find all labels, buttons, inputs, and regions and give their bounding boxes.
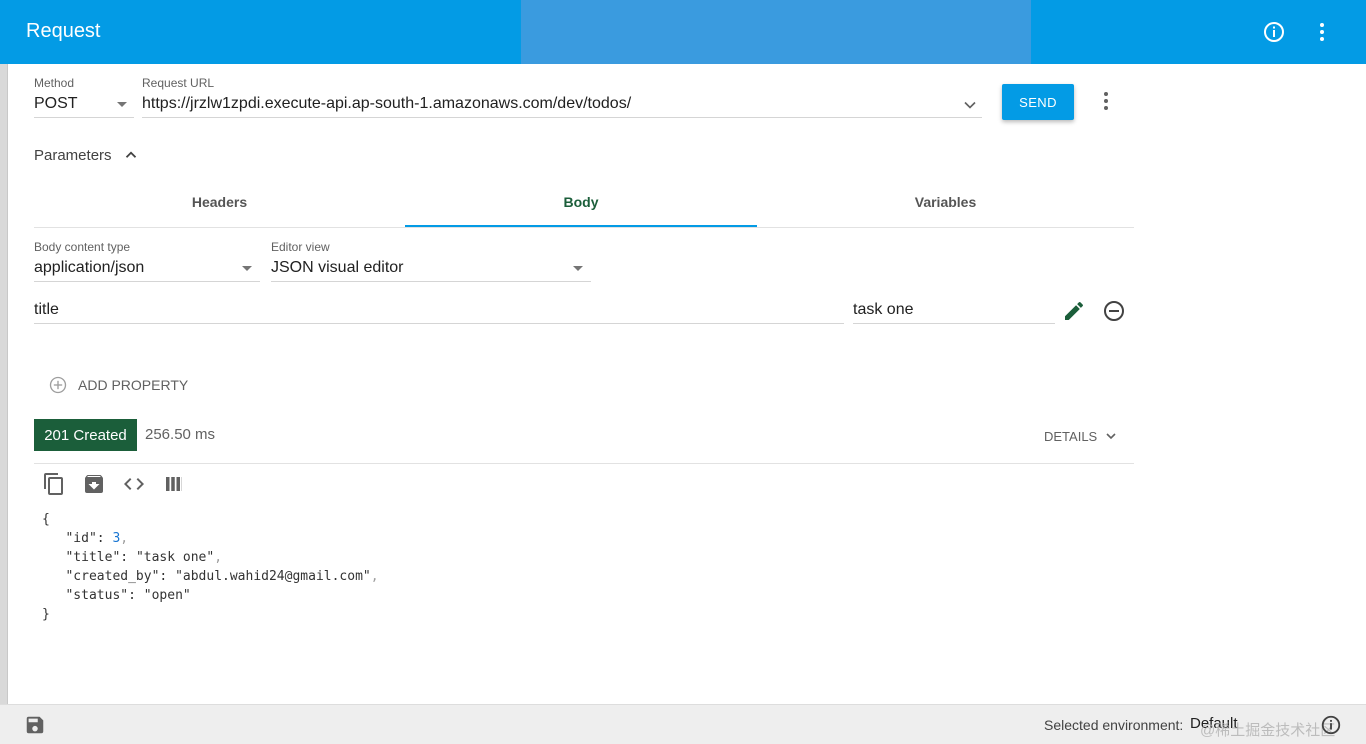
parameters-label: Parameters xyxy=(34,146,112,164)
method-value: POST xyxy=(34,95,78,112)
remove-circle-icon[interactable] xyxy=(1102,299,1126,323)
url-label: Request URL xyxy=(142,76,215,90)
url-value: https://jrzlw1zpdi.execute-api.ap-south-… xyxy=(142,95,632,112)
tab-indicator xyxy=(405,225,757,227)
footer-bar: Selected environment: Default @稀土掘金技术社区 xyxy=(0,704,1366,744)
property-value-input[interactable]: task one xyxy=(853,298,1055,324)
save-to-file-icon[interactable] xyxy=(82,472,106,496)
tab-body[interactable]: Body xyxy=(405,194,757,210)
environment-info-icon[interactable] xyxy=(1320,714,1342,736)
page-title: Request xyxy=(26,20,101,42)
tab-variables[interactable]: Variables xyxy=(757,194,1134,210)
json-close-brace: } xyxy=(42,607,50,622)
add-property-label: ADD PROPERTY xyxy=(78,377,189,393)
dropdown-arrow-icon xyxy=(573,266,583,271)
environment-label: Selected environment: xyxy=(1044,717,1184,733)
view-column-icon[interactable] xyxy=(162,472,186,496)
response-time: 256.50 ms xyxy=(145,426,216,443)
add-property-button[interactable]: ADD PROPERTY xyxy=(48,375,188,395)
property-name-underline xyxy=(34,323,844,324)
send-button[interactable]: SEND xyxy=(1002,84,1074,120)
info-icon[interactable] xyxy=(1262,20,1286,44)
edit-icon[interactable] xyxy=(1062,299,1086,323)
chevron-down-icon xyxy=(1106,433,1116,440)
content-type-label: Body content type xyxy=(34,240,131,254)
editor-view-value: JSON visual editor xyxy=(271,259,404,276)
status-badge: 201 Created xyxy=(34,419,137,451)
editor-view-underline xyxy=(271,281,591,282)
url-underline xyxy=(142,117,982,118)
url-input[interactable]: https://jrzlw1zpdi.execute-api.ap-south-… xyxy=(142,92,982,118)
content-type-select[interactable]: application/json xyxy=(34,256,260,282)
code-icon[interactable] xyxy=(122,472,146,496)
editor-view-label: Editor view xyxy=(271,240,330,254)
add-circle-icon xyxy=(49,376,67,394)
chevron-up-icon xyxy=(125,151,136,158)
parameters-toggle[interactable]: Parameters xyxy=(34,144,140,166)
json-key-status: "status" xyxy=(65,588,129,603)
response-json: { "id": 3, "title": "task one", "created… xyxy=(42,512,379,622)
method-select[interactable]: POST xyxy=(34,92,134,118)
json-key-created-by: "created_by" xyxy=(65,569,160,584)
more-vert-icon[interactable] xyxy=(1310,20,1334,44)
property-name-input[interactable]: title xyxy=(34,298,844,324)
chevron-down-icon[interactable] xyxy=(960,95,980,115)
json-value-created-by: "abdul.wahid24@gmail.com" xyxy=(175,569,371,584)
save-icon[interactable] xyxy=(24,714,46,736)
copy-icon[interactable] xyxy=(42,472,66,496)
request-more-vert-icon[interactable] xyxy=(1094,89,1118,113)
property-value-underline xyxy=(853,323,1055,324)
json-value-title: "task one" xyxy=(135,550,215,565)
json-key-id: "id" xyxy=(65,531,97,546)
json-open-brace: { xyxy=(42,512,50,527)
details-label: DETAILS xyxy=(1044,428,1098,444)
method-label: Method xyxy=(34,76,75,90)
dropdown-arrow-icon xyxy=(117,102,127,107)
watermark: @稀土掘金技术社区 xyxy=(1200,722,1336,739)
content-type-value: application/json xyxy=(34,259,145,276)
property-value-text: task one xyxy=(853,301,914,318)
response-divider xyxy=(34,463,1134,464)
tab-headers[interactable]: Headers xyxy=(34,194,405,210)
editor-view-select[interactable]: JSON visual editor xyxy=(271,256,591,282)
details-toggle[interactable]: DETAILS xyxy=(1044,428,1119,444)
method-underline xyxy=(34,117,134,118)
left-panel-edge xyxy=(0,64,8,704)
content-type-underline xyxy=(34,281,260,282)
property-name-value: title xyxy=(34,301,59,318)
tab-bar-divider xyxy=(34,227,1134,228)
dropdown-arrow-icon xyxy=(242,266,252,271)
json-value-status: "open" xyxy=(143,588,191,603)
app-bar-highlight xyxy=(521,0,1031,64)
json-key-title: "title" xyxy=(65,550,121,565)
app-bar: Request xyxy=(0,0,1366,64)
